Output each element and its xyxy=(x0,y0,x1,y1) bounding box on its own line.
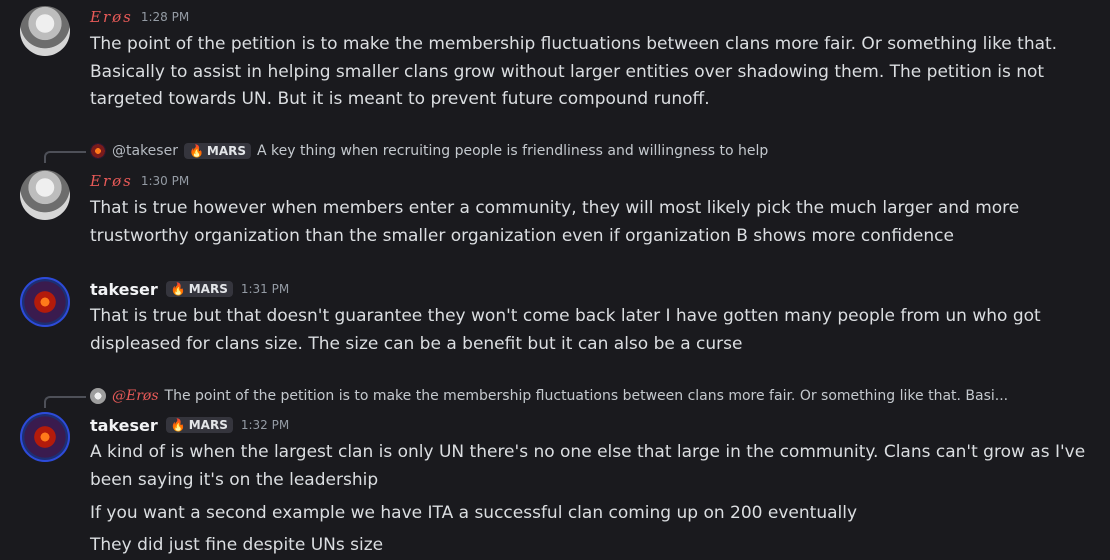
message-line: They did just fine despite UNs size xyxy=(90,535,384,555)
clan-tag-label: MARS xyxy=(188,282,228,296)
fire-icon: 🔥 xyxy=(170,418,186,432)
reply-avatar xyxy=(90,143,106,159)
message: takeser 🔥 MARS 1:31 PM That is true but … xyxy=(0,277,1110,361)
message-header: takeser 🔥 MARS 1:32 PM xyxy=(90,414,289,436)
message-header: takeser 🔥 MARS 1:31 PM xyxy=(90,278,289,300)
reply-avatar xyxy=(90,388,106,404)
clan-tag[interactable]: 🔥 MARS xyxy=(183,143,252,159)
reply-preview[interactable]: @Erøs The point of the petition is to ma… xyxy=(90,385,1008,407)
message-content: That is true however when members enter … xyxy=(90,195,1090,250)
clan-tag-label: MARS xyxy=(206,144,247,158)
message-header: Erøs 1:30 PM xyxy=(90,170,189,192)
message-line: That is true but that doesn't guarantee … xyxy=(90,306,1041,326)
message-line: targeted towards UN. But it is meant to … xyxy=(90,89,710,109)
fire-icon: 🔥 xyxy=(170,282,186,296)
reply-mention[interactable]: @Erøs xyxy=(112,388,159,404)
reply-spine xyxy=(44,396,86,408)
message-line: That is true however when members enter … xyxy=(90,198,1020,218)
message-content: The point of the petition is to make the… xyxy=(90,31,1090,114)
reply-spine xyxy=(44,151,86,163)
author-name[interactable]: Erøs xyxy=(90,8,133,26)
reply-text: The point of the petition is to make the… xyxy=(164,388,1009,404)
message-line: If you want a second example we have ITA… xyxy=(90,503,858,523)
message: Erøs 1:30 PM That is true however when m… xyxy=(0,168,1110,250)
avatar[interactable] xyxy=(20,412,70,462)
message-line: The point of the petition is to make the… xyxy=(90,34,1058,54)
avatar[interactable] xyxy=(20,170,70,220)
reply-mention[interactable]: @takeser xyxy=(112,143,178,159)
author-name[interactable]: Erøs xyxy=(90,172,133,190)
message-line: Basically to assist in helping smaller c… xyxy=(90,61,1045,82)
clan-tag[interactable]: 🔥 MARS xyxy=(165,281,233,297)
timestamp[interactable]: 1:30 PM xyxy=(141,174,189,188)
avatar[interactable] xyxy=(20,6,70,56)
followup-message: They did just fine despite UNs size xyxy=(90,532,1090,560)
message-line: displeased for clans size. The size can … xyxy=(90,333,743,354)
message-content: That is true but that doesn't guarantee … xyxy=(90,303,1090,358)
author-name[interactable]: takeser xyxy=(90,416,158,435)
author-name[interactable]: takeser xyxy=(90,280,158,299)
timestamp[interactable]: 1:31 PM xyxy=(241,282,289,296)
avatar[interactable] xyxy=(20,277,70,327)
message: Erøs 1:28 PM The point of the petition i… xyxy=(0,4,1110,114)
message-content: A kind of is when the largest clan is on… xyxy=(90,439,1090,494)
clan-tag-label: MARS xyxy=(188,418,228,432)
message-header: Erøs 1:28 PM xyxy=(90,6,189,28)
message-line: A kind of is when the largest clan is on… xyxy=(90,442,1086,462)
reply-preview[interactable]: @takeser 🔥 MARS A key thing when recruit… xyxy=(90,140,768,162)
clan-tag[interactable]: 🔥 MARS xyxy=(165,417,233,433)
timestamp[interactable]: 1:32 PM xyxy=(241,418,289,432)
timestamp[interactable]: 1:28 PM xyxy=(141,10,189,24)
fire-icon: 🔥 xyxy=(188,144,204,158)
followup-message: If you want a second example we have ITA… xyxy=(90,500,1090,528)
message-line: trustworthy organization than the smalle… xyxy=(90,225,954,246)
reply-text: A key thing when recruiting people is fr… xyxy=(257,143,769,159)
message-line: been saying it's on the leadership xyxy=(90,469,379,490)
message: takeser 🔥 MARS 1:32 PM A kind of is when… xyxy=(0,412,1110,560)
